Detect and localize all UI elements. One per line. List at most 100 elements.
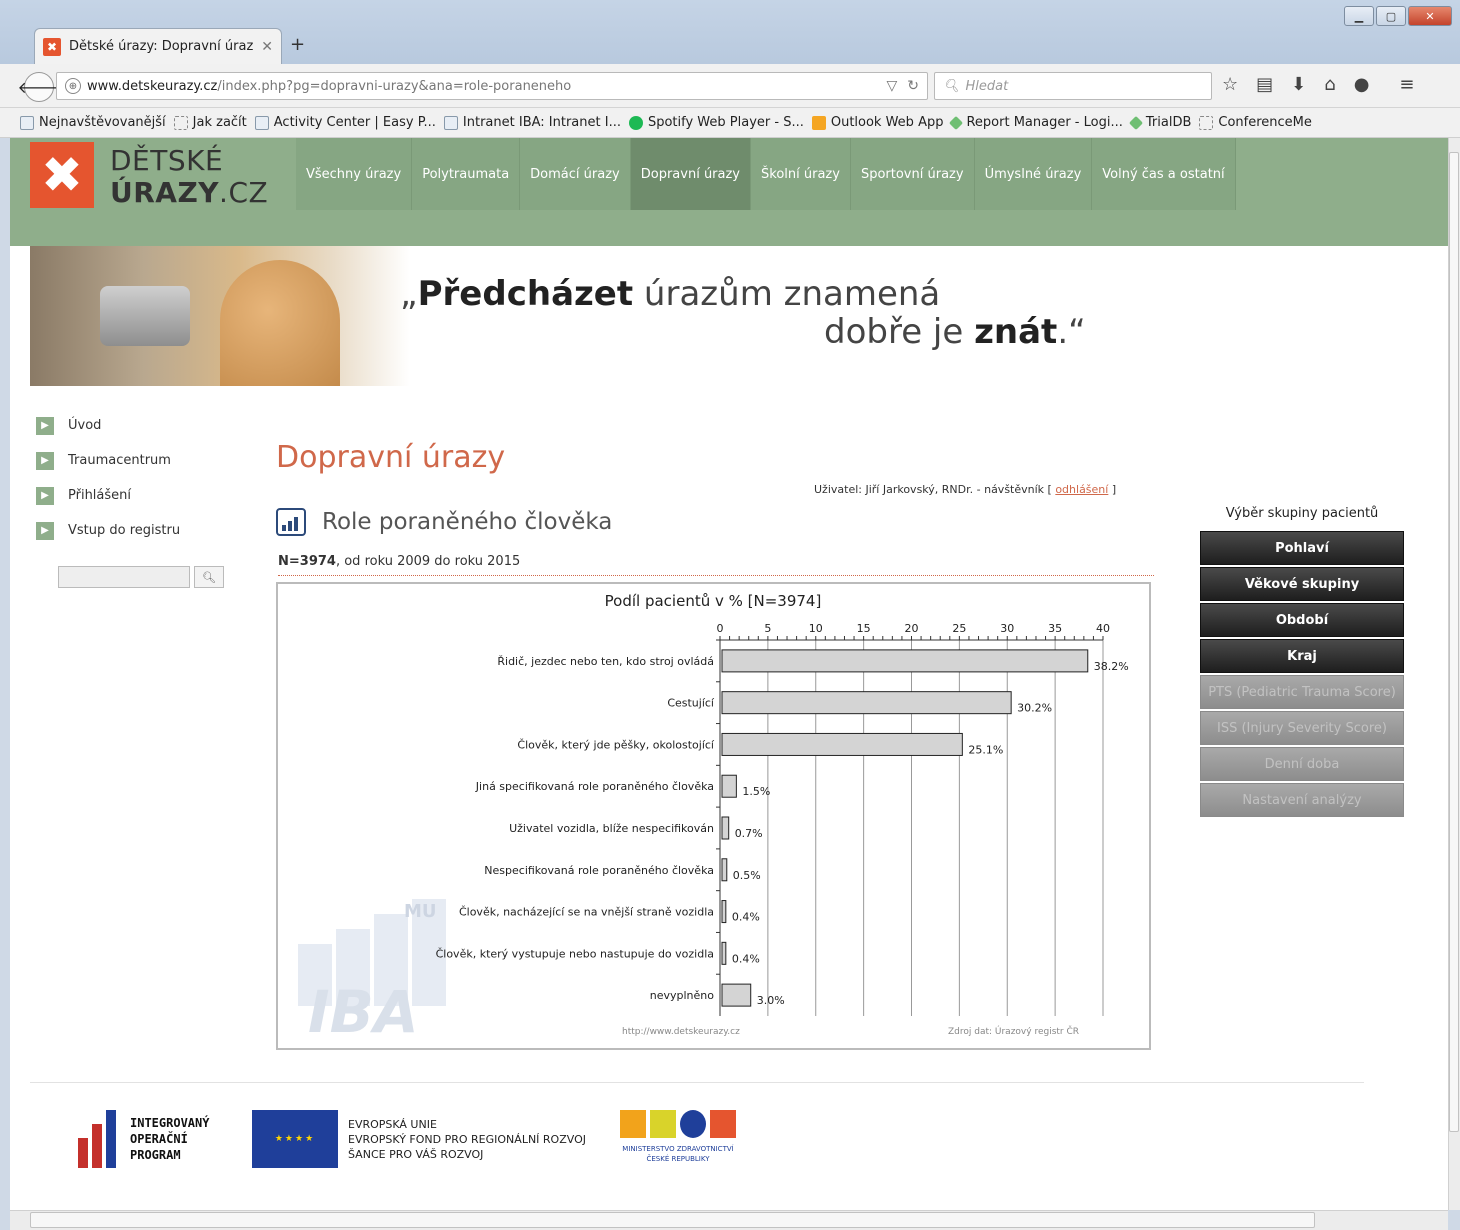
close-window-icon[interactable]: ✕ [1408,6,1452,26]
group-button[interactable]: Pohlaví [1200,531,1404,565]
bookmark-item[interactable]: Report Manager - Logi... [949,115,1123,130]
search-bar[interactable]: 🔍︎ Hledat [934,72,1212,100]
nav-item[interactable]: Úmyslné úrazy [974,138,1093,210]
globe-icon: ⊕ [65,78,81,94]
nav-item[interactable]: Sportovní úrazy [850,138,975,210]
bookmark-item[interactable]: Jak začít [173,115,247,130]
ministry-blocks-icon [612,1110,744,1138]
download-icon[interactable]: ⬇ [1291,74,1306,95]
bookmark-star-icon[interactable]: ☆ [1222,74,1238,95]
chart-footer-source: Zdroj dat: Úrazový registr ČR [948,1025,1079,1037]
value-label: 0.4% [732,911,760,924]
url-text: www.detskeurazy.cz/index.php?pg=dopravni… [87,78,572,94]
banner-slogan-line2: dobře je znát.“ [824,312,1086,352]
bookmark-item[interactable]: Outlook Web App [811,115,943,130]
x-tick-label: 5 [764,622,771,635]
activity-icon [254,115,269,130]
x-tick-label: 40 [1096,622,1110,635]
group-button[interactable]: Kraj [1200,639,1404,673]
iop-bars-icon [78,1110,120,1168]
value-label: 0.7% [735,827,763,840]
main-navigation: Všechny úrazy Polytraumata Domácí úrazy Dop… [296,138,1236,210]
horizontal-scroll-thumb[interactable] [30,1212,1315,1228]
menu-icon[interactable]: ≡ [1399,74,1414,95]
x-tick-label: 20 [905,622,919,635]
value-label: 0.5% [733,869,761,882]
logout-link[interactable]: odhlášení [1055,483,1108,496]
play-arrow-icon: ▶ [36,416,54,435]
bar [721,732,963,756]
reading-list-icon[interactable]: ▤ [1256,74,1273,95]
search-placeholder: Hledat [965,78,1009,94]
new-tab-icon[interactable]: + [290,34,305,55]
bookmark-item[interactable]: TrialDB [1128,115,1191,130]
sidebar-item[interactable]: ▶ Traumacentrum [36,443,236,478]
chart-frame: IBA MU Podíl pacientů v % [N=3974] 0 5 10 15 20… [276,582,1151,1050]
group-button: Nastavení analýzy [1200,783,1404,817]
dropdown-arrow-icon[interactable]: ▽ [886,78,897,94]
sidebar-item-label: Traumacentrum [68,453,171,468]
site-logo[interactable]: ✖ DĚTSKÉ ÚRAZY.CZ [30,138,268,210]
sidebar-item[interactable]: ▶ Úvod [36,408,236,443]
group-button[interactable]: Věkové skupiny [1200,567,1404,601]
home-icon[interactable]: ⌂ [1324,74,1335,95]
category-label: Člověk, nacházející se na vnější straně … [459,906,714,919]
sidebar-search-input[interactable] [58,566,190,588]
nav-item[interactable]: Volný čas a ostatní [1092,138,1236,210]
nav-item[interactable]: Školní úrazy [751,138,851,210]
banner-photo [30,246,410,386]
nav-item[interactable]: Polytraumata [412,138,521,210]
nav-item[interactable]: Všechny úrazy [296,138,413,210]
nav-item[interactable]: Domácí úrazy [520,138,631,210]
x-tick-label: 15 [857,622,871,635]
page-title: Dopravní úrazy [276,440,506,476]
bookmark-item[interactable]: Spotify Web Player - S... [628,115,804,130]
window-titlebar: ✖ Dětské úrazy: Dopravní úrazy ✕ + ▁ ▢ ✕ [0,0,1460,64]
banner-slogan-line1: „Předcházet úrazům znamená [400,274,941,314]
close-tab-icon[interactable]: ✕ [261,39,273,55]
reload-icon[interactable]: ↻ [907,78,919,94]
toolbar-icons: ☆ ▤ ⬇ ⌂ ● ≡ [1222,74,1415,95]
x-tick-label: 25 [952,622,966,635]
diamond-icon [1128,115,1143,130]
category-label: nevyplněno [650,989,715,1002]
bar [721,983,752,1007]
navigation-toolbar: 🡐 ⊕ www.detskeurazy.cz/index.php?pg=dopr… [0,64,1460,108]
back-arrow-icon[interactable]: 🡐 [18,72,60,102]
minimize-icon[interactable]: ▁ [1344,6,1374,26]
value-label: 38.2% [1094,660,1129,673]
category-label: Řidič, jezdec nebo ten, kdo stroj ovládá [497,655,714,668]
sidebar-item[interactable]: ▶ Vstup do registru [36,513,236,548]
bar-chart: IBA MU Podíl pacientů v % [N=3974] 0 5 10 15 20… [298,592,1129,1046]
banner: „Předcházet úrazům znamená dobře je znát… [30,246,1448,386]
group-button[interactable]: Období [1200,603,1404,637]
sidebar: ▶ Úvod ▶ Traumacentrum ▶ Přihlášení ▶ Vstup do … [36,408,236,548]
bar [721,816,730,840]
bookmark-item[interactable]: Nejnavštěvovanější [20,115,166,130]
panel-title: Výběr skupiny pacientů [1225,506,1379,521]
patient-group-panel: Výběr skupiny pacientů Pohlaví Věkové sku… [1200,506,1404,819]
tab-title: Dětské úrazy: Dopravní úrazy [69,39,254,54]
bar [721,900,727,924]
bookmark-item[interactable]: Intranet IBA: Intranet I... [443,115,621,130]
value-label: 3.0% [757,994,785,1007]
url-bar[interactable]: ⊕ www.detskeurazy.cz/index.php?pg=doprav… [56,72,928,100]
sidebar-item[interactable]: ▶ Přihlášení [36,478,236,513]
vertical-scroll-thumb[interactable] [1449,152,1459,1132]
sample-info: N=3974, od roku 2009 do roku 2015 [278,554,521,569]
site-favicon-icon: ✖ [43,37,61,56]
bookmark-item[interactable]: Activity Center | Easy P... [254,115,436,130]
maximize-icon[interactable]: ▢ [1376,6,1406,26]
browser-tab[interactable]: ✖ Dětské úrazy: Dopravní úrazy ✕ [34,28,282,64]
magnifier-icon[interactable]: 🔍︎ [194,566,224,588]
group-button: ISS (Injury Severity Score) [1200,711,1404,745]
chat-icon[interactable]: ● [1354,74,1370,95]
category-label: Člověk, který jde pěšky, okolostojící [517,738,715,751]
nav-item[interactable]: Dopravní úrazy [630,138,752,210]
x-tick-label: 35 [1048,622,1062,635]
x-tick-label: 10 [809,622,823,635]
group-button: PTS (Pediatric Trauma Score) [1200,675,1404,709]
sidebar-item-label: Přihlášení [68,488,132,503]
bar [721,858,728,882]
bookmark-item[interactable]: ConferenceMe [1199,115,1312,130]
